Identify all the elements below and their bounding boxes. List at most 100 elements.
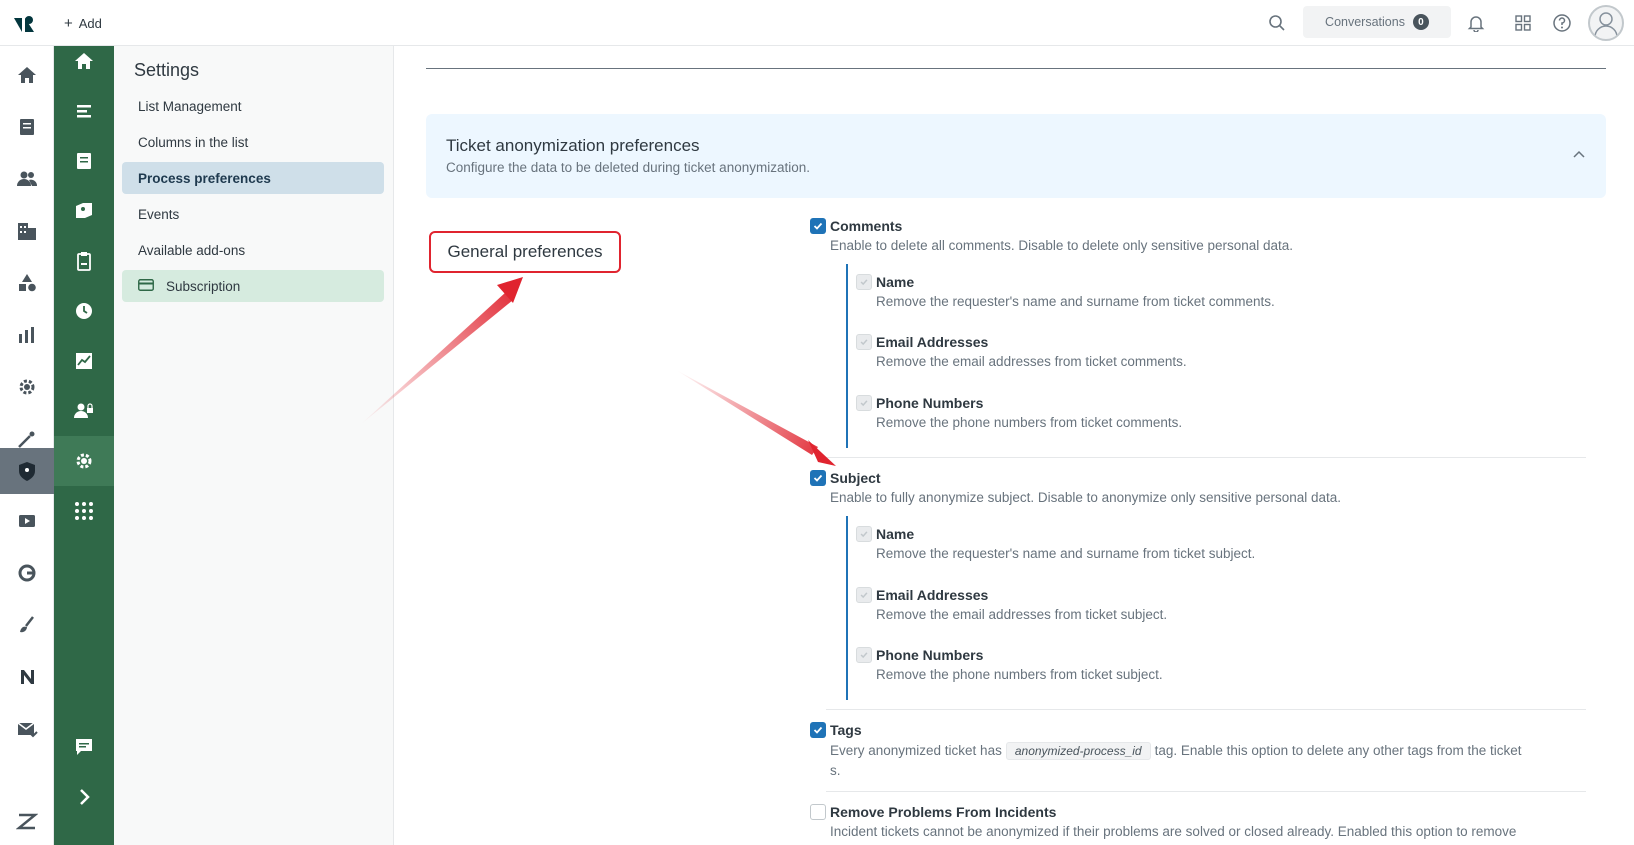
help-icon[interactable]	[1549, 10, 1575, 36]
home-icon[interactable]	[0, 52, 54, 98]
app-tickets-icon[interactable]	[54, 136, 114, 186]
sidebar-item-label: List Management	[138, 98, 242, 114]
anonymized-tag-pill: anonymized-process_id	[1005, 742, 1151, 760]
banner-description: Configure the data to be deleted during …	[446, 160, 810, 175]
sidebar-item-list-management[interactable]: List Management	[122, 90, 384, 122]
comments-phone-description: Remove the phone numbers from ticket com…	[876, 415, 1183, 430]
subject-group-line	[846, 516, 848, 700]
app-nav	[54, 46, 114, 845]
zendesk-footer-logo-icon[interactable]	[0, 798, 54, 844]
chevron-right-icon[interactable]	[54, 772, 114, 822]
comments-email-description: Remove the email addresses from ticket c…	[876, 354, 1187, 369]
subject-email-title: Email Addresses	[876, 587, 989, 603]
remove-problems-title: Remove Problems From Incidents	[830, 804, 1057, 820]
subject-title: Subject	[830, 470, 881, 486]
comments-email-checkbox[interactable]	[856, 334, 872, 350]
brush-icon[interactable]	[0, 602, 54, 648]
subject-email-checkbox[interactable]	[856, 587, 872, 603]
tickets-icon[interactable]	[0, 104, 54, 150]
main-content: Ticket anonymization preferences Configu…	[394, 46, 1634, 845]
add-button-label: Add	[78, 15, 102, 31]
subject-phone-title: Phone Numbers	[876, 647, 984, 663]
list-icon[interactable]	[54, 86, 114, 136]
section-divider	[826, 791, 1586, 792]
conversations-count-badge: 0	[1412, 14, 1429, 30]
sidebar-item-label: Columns in the list	[138, 134, 249, 150]
tags-description-wrap: s.	[830, 763, 841, 778]
divider	[426, 68, 1606, 69]
sidebar-item-events[interactable]: Events	[122, 198, 384, 230]
sidebar-item-columns[interactable]: Columns in the list	[122, 126, 384, 158]
chart-icon[interactable]	[54, 336, 114, 386]
sidebar-item-process-preferences[interactable]: Process preferences	[122, 162, 384, 194]
tags-description: Every anonymized ticket has anonymized-pr…	[830, 742, 1522, 760]
tags-desc-before: Every anonymized ticket has	[830, 743, 1002, 758]
subject-phone-description: Remove the phone numbers from ticket sub…	[876, 667, 1163, 682]
analytics-icon[interactable]	[0, 550, 54, 596]
sidebar-item-add-ons[interactable]: Available add-ons	[122, 234, 384, 266]
tags-checkbox[interactable]	[810, 722, 826, 738]
sidebar-item-label: Process preferences	[138, 170, 271, 186]
subject-name-description: Remove the requester's name and surname …	[876, 546, 1256, 561]
subject-email-description: Remove the email addresses from ticket s…	[876, 607, 1168, 622]
app-home-icon[interactable]	[54, 36, 114, 86]
user-lock-icon[interactable]	[54, 386, 114, 436]
comments-group-line	[846, 264, 848, 448]
anonymization-banner[interactable]: Ticket anonymization preferences Configu…	[426, 114, 1606, 198]
subject-checkbox[interactable]	[810, 470, 826, 486]
sidebar-item-label: Subscription	[166, 278, 241, 294]
credit-card-icon	[138, 278, 154, 294]
subject-phone-checkbox[interactable]	[856, 647, 872, 663]
video-icon[interactable]	[0, 498, 54, 544]
general-preferences-label: General preferences	[447, 242, 603, 261]
shield-app-icon[interactable]	[0, 448, 54, 494]
comments-phone-checkbox[interactable]	[856, 395, 872, 411]
sidebar-item-subscription[interactable]: Subscription	[122, 270, 384, 302]
tags-title: Tags	[830, 722, 862, 738]
section-divider	[826, 457, 1586, 458]
organizations-icon[interactable]	[0, 208, 54, 254]
comments-email-title: Email Addresses	[876, 334, 989, 350]
subject-name-title: Name	[876, 526, 915, 542]
dots-grid-icon[interactable]	[54, 486, 114, 536]
comments-phone-title: Phone Numbers	[876, 395, 984, 411]
apps-grid-icon[interactable]	[1510, 10, 1536, 36]
comments-name-checkbox[interactable]	[856, 274, 872, 290]
n-app-icon[interactable]	[0, 654, 54, 700]
comments-title: Comments	[830, 218, 903, 234]
search-icon[interactable]	[1264, 10, 1290, 36]
conversations-button[interactable]: Conversations 0	[1303, 6, 1451, 38]
zendesk-logo-icon[interactable]	[10, 10, 38, 38]
remove-problems-description: Incident tickets cannot be anonymized if…	[830, 824, 1517, 839]
mail-check-icon[interactable]	[0, 706, 54, 752]
subject-name-checkbox[interactable]	[856, 526, 872, 542]
add-button[interactable]: + Add	[64, 12, 102, 34]
user-avatar[interactable]	[1588, 5, 1624, 41]
subject-description: Enable to fully anonymize subject. Disab…	[830, 490, 1342, 505]
customers-icon[interactable]	[0, 156, 54, 202]
top-bar: + Add Conversations 0	[0, 0, 1634, 46]
product-nav	[0, 46, 54, 845]
comments-checkbox[interactable]	[810, 218, 826, 234]
comments-name-title: Name	[876, 274, 915, 290]
settings-gear-icon[interactable]	[54, 436, 114, 486]
comments-name-description: Remove the requester's name and surname …	[876, 294, 1275, 309]
general-preferences-annotation: General preferences	[429, 231, 621, 273]
chat-icon[interactable]	[54, 722, 114, 772]
section-divider	[826, 709, 1586, 710]
chevron-up-icon[interactable]	[1572, 148, 1586, 162]
objects-icon[interactable]	[0, 260, 54, 306]
banner-title: Ticket anonymization preferences	[446, 136, 700, 155]
clock-icon[interactable]	[54, 286, 114, 336]
contacts-card-icon[interactable]	[54, 186, 114, 236]
remove-problems-checkbox[interactable]	[810, 804, 826, 820]
plus-icon: +	[64, 14, 73, 32]
comments-description: Enable to delete all comments. Disable t…	[830, 238, 1294, 253]
admin-gear-icon[interactable]	[0, 364, 54, 410]
settings-title: Settings	[134, 60, 200, 80]
clipboard-icon[interactable]	[54, 236, 114, 286]
sidebar-item-label: Events	[138, 206, 180, 222]
sidebar-item-label: Available add-ons	[138, 242, 246, 258]
bell-icon[interactable]	[1463, 10, 1489, 36]
reporting-icon[interactable]	[0, 312, 54, 358]
